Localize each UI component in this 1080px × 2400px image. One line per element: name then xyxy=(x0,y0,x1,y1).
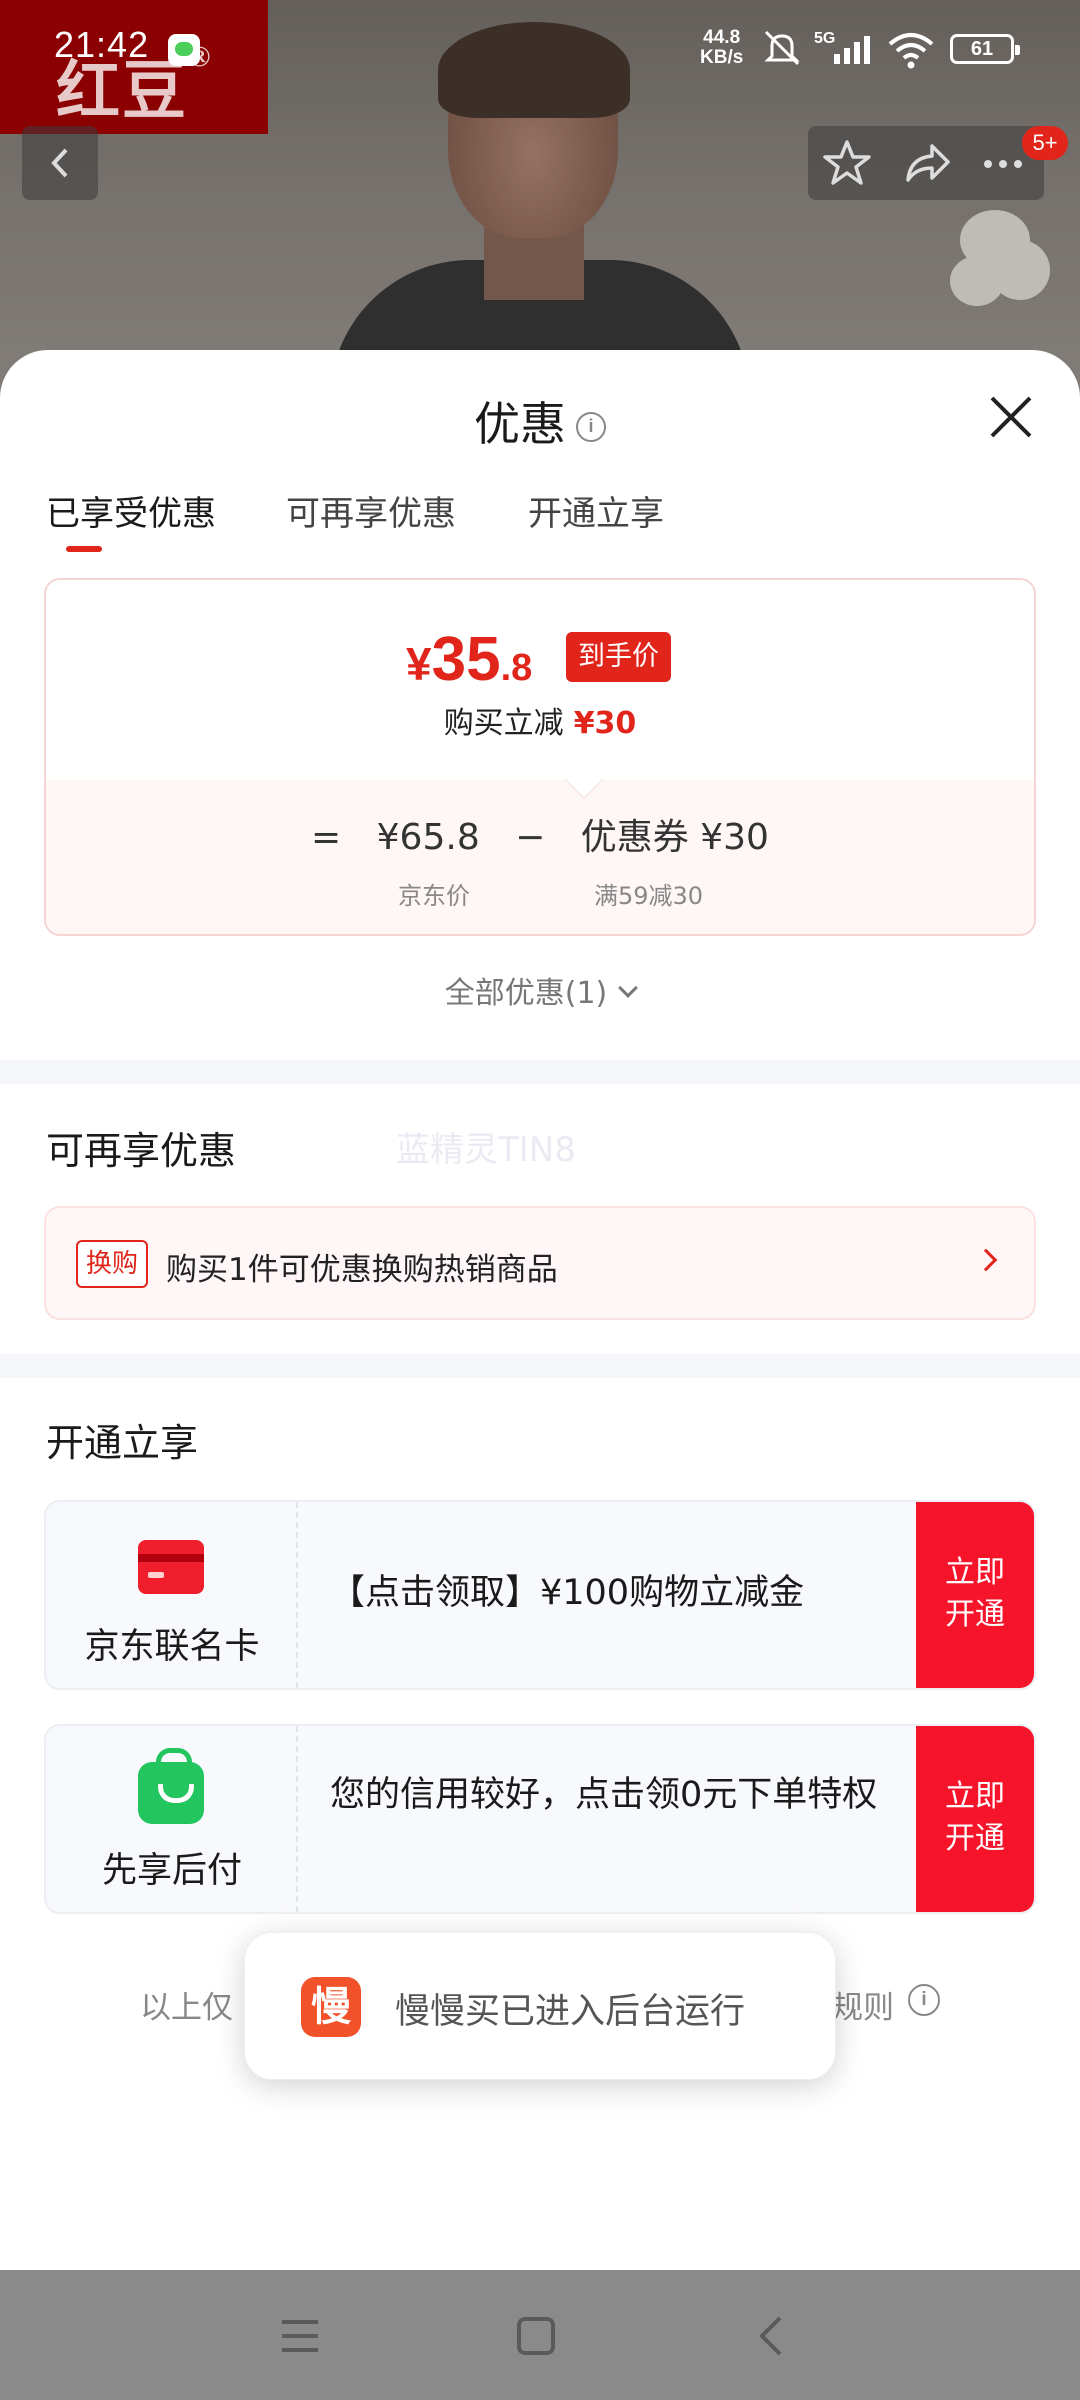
share-icon[interactable] xyxy=(898,134,956,192)
offer-name: 京东联名卡 xyxy=(84,1627,260,1667)
reuse-section-title: 可再享优惠 xyxy=(46,1129,237,1173)
tab-more-discounts[interactable]: 可再享优惠 xyxy=(286,486,456,535)
offer-description: 您的信用较好，点击领0元下单特权 xyxy=(330,1775,878,1815)
rules-link[interactable]: 规则 xyxy=(832,1982,894,2027)
status-time: 21:42 xyxy=(54,24,150,65)
background-running-toast: 慢 慢慢买已进入后台运行 xyxy=(244,1932,836,2080)
offer-name: 先享后付 xyxy=(101,1851,242,1891)
offer-card-pay-later: 先享后付 您的信用较好，点击领0元下单特权 立即 开通 xyxy=(44,1724,1036,1914)
offer-card-jd-cobrand: 京东联名卡 【点击领取】¥100购物立减金 立即 开通 xyxy=(44,1500,1036,1690)
status-bar: 21:42 44.8 KB/s 5G 61 xyxy=(0,0,1080,96)
home-icon[interactable] xyxy=(506,2306,566,2366)
top-action-group xyxy=(808,126,1044,200)
mute-bell-icon xyxy=(764,30,800,66)
wechat-notification-icon xyxy=(168,34,200,66)
chevron-right-icon xyxy=(974,1248,998,1272)
chevron-left-icon xyxy=(51,148,68,178)
exchange-tag: 换购 xyxy=(76,1240,149,1288)
activate-section-title: 开通立享 xyxy=(46,1421,199,1465)
app-icon: 慢 xyxy=(301,1977,361,2037)
instant-discount: 购买立减 ¥30 xyxy=(443,706,637,741)
coupon-rule-label: 满59减30 xyxy=(594,882,704,910)
info-icon[interactable]: i xyxy=(576,412,606,442)
final-price-tag: 到手价 xyxy=(566,632,671,682)
back-button[interactable] xyxy=(22,126,98,200)
exchange-offer-text: 购买1件可优惠换购热销商品 xyxy=(166,1252,558,1288)
activate-button[interactable]: 立即 开通 xyxy=(916,1502,1034,1688)
battery-indicator: 61 xyxy=(950,34,1020,64)
price-formula: = ¥65.8 − 优惠券 ¥30 xyxy=(311,817,769,858)
toast-message: 慢慢买已进入后台运行 xyxy=(395,1992,746,2032)
wifi-icon xyxy=(888,33,934,69)
shopping-bag-icon xyxy=(138,1748,204,1824)
chevron-down-icon xyxy=(618,978,639,998)
signal-icon xyxy=(834,36,870,64)
active-tab-indicator xyxy=(66,546,102,552)
system-nav-bar xyxy=(0,2270,1080,2400)
section-divider xyxy=(0,1354,1080,1378)
credit-card-icon xyxy=(138,1540,204,1594)
notification-badge: 5+ xyxy=(1022,126,1068,160)
tab-enjoyed[interactable]: 已享受优惠 xyxy=(46,486,216,535)
offer-description: 【点击领取】¥100购物立减金 xyxy=(330,1573,805,1613)
back-icon[interactable] xyxy=(742,2306,802,2366)
close-icon[interactable] xyxy=(986,392,1036,442)
jd-price-label: 京东价 xyxy=(398,882,470,910)
watermark: 蓝精灵TIN8 xyxy=(396,1130,576,1170)
sheet-title: 优惠 i xyxy=(0,388,1080,454)
info-icon[interactable]: i xyxy=(908,1984,940,2016)
section-divider xyxy=(0,1060,1080,1084)
all-discounts-toggle[interactable]: 全部优惠(1) xyxy=(0,968,1080,1012)
tab-activate[interactable]: 开通立享 xyxy=(528,486,664,535)
exchange-offer-row[interactable]: 换购 购买1件可优惠换购热销商品 xyxy=(44,1206,1036,1320)
activate-button[interactable]: 立即 开通 xyxy=(916,1726,1034,1912)
favorite-star-icon[interactable] xyxy=(818,134,876,192)
network-speed: 44.8 KB/s xyxy=(700,27,744,68)
final-price: ¥35.8 xyxy=(406,625,533,694)
price-breakdown-card: ¥35.8 到手价 购买立减 ¥30 = ¥65.8 − 优惠券 ¥30 京东价 … xyxy=(44,578,1036,936)
menu-icon[interactable] xyxy=(270,2306,330,2366)
